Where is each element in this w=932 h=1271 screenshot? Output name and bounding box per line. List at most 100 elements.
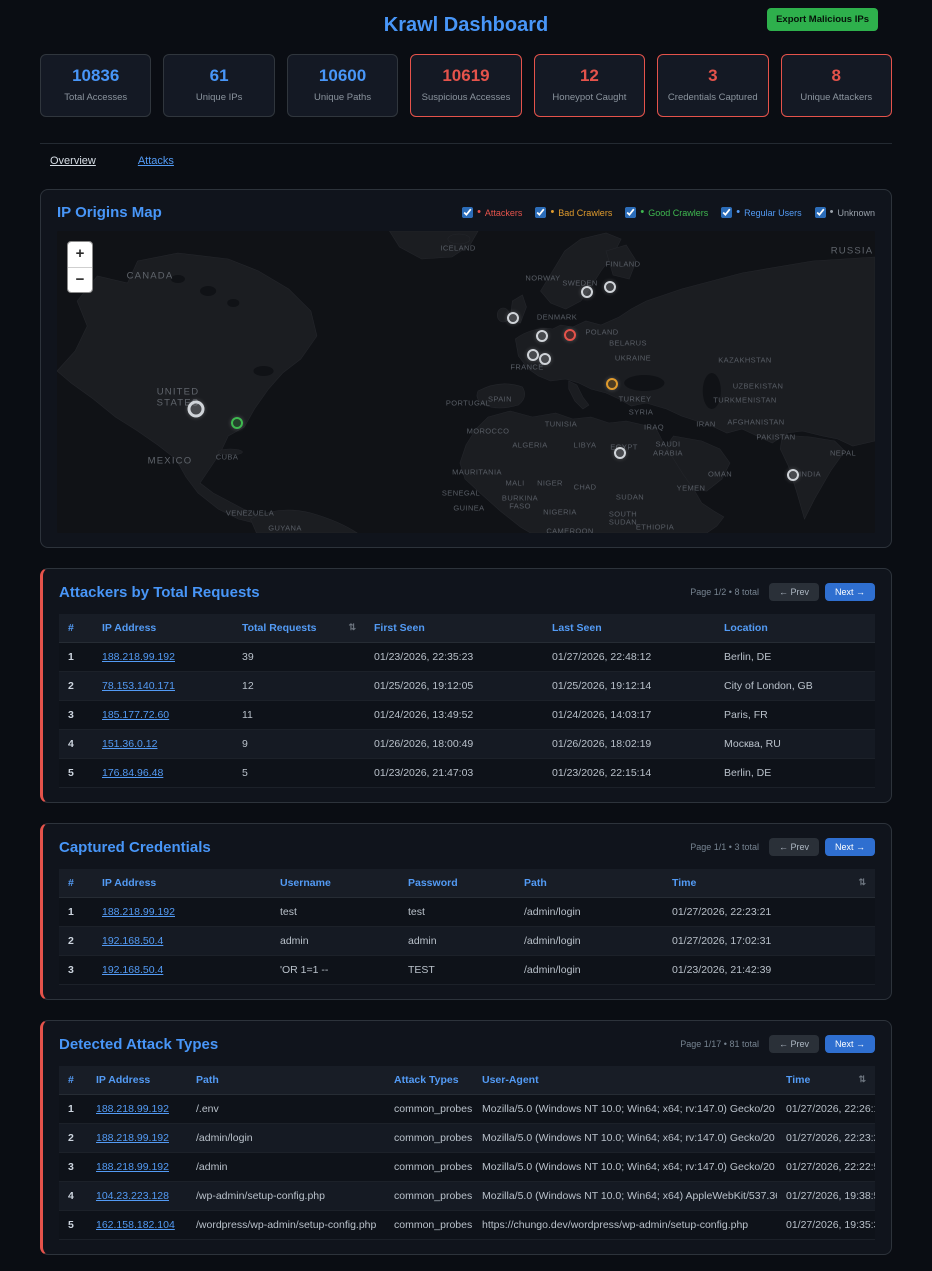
table-cell: Москва, RU bbox=[715, 730, 875, 759]
export-malicious-ips-button[interactable]: Export Malicious IPs bbox=[767, 8, 878, 31]
column-header[interactable]: Last Seen bbox=[543, 614, 715, 643]
tab-attacks[interactable]: Attacks bbox=[138, 155, 174, 167]
stat-value: 12 bbox=[539, 66, 640, 86]
sort-icon[interactable]: ⇅ bbox=[348, 622, 356, 633]
column-header[interactable]: Time⇅ bbox=[777, 1066, 875, 1095]
column-header[interactable]: IP Address bbox=[87, 1066, 187, 1095]
stat-label: Unique Paths bbox=[292, 92, 393, 103]
table-row: 1188.218.99.192testtest/admin/login01/27… bbox=[59, 898, 875, 927]
table-cell: 5 bbox=[233, 759, 365, 788]
stat-value: 10600 bbox=[292, 66, 393, 86]
prev-page-button[interactable]: ← Prev bbox=[769, 838, 819, 856]
unknown-marker[interactable] bbox=[787, 469, 799, 481]
column-header[interactable]: # bbox=[59, 1066, 87, 1095]
legend-dot-icon: • bbox=[477, 208, 481, 217]
table-row: 4104.23.223.128/wp-admin/setup-config.ph… bbox=[59, 1182, 875, 1211]
column-header[interactable]: IP Address bbox=[93, 869, 271, 898]
column-header[interactable]: Username bbox=[271, 869, 399, 898]
legend-label: Regular Users bbox=[744, 208, 802, 218]
legend-checkbox[interactable] bbox=[462, 207, 473, 218]
table-cell: common_probes bbox=[385, 1095, 473, 1124]
table-header-row: #IP AddressTotal Requests⇅First SeenLast… bbox=[59, 614, 875, 643]
attacker-marker[interactable] bbox=[564, 329, 576, 341]
next-page-button[interactable]: Next → bbox=[825, 583, 875, 601]
bad-marker[interactable] bbox=[606, 378, 618, 390]
legend-checkbox[interactable] bbox=[625, 207, 636, 218]
ip-link[interactable]: 188.218.99.192 bbox=[102, 906, 175, 918]
next-page-button[interactable]: Next → bbox=[825, 838, 875, 856]
ip-link[interactable]: 188.218.99.192 bbox=[96, 1161, 169, 1173]
unknown-marker[interactable] bbox=[527, 349, 539, 361]
unknown-marker[interactable] bbox=[614, 447, 626, 459]
unknown-marker[interactable] bbox=[581, 286, 593, 298]
table-cell: Berlin, DE bbox=[715, 643, 875, 672]
table-cell: 01/27/2026, 22:22:54 bbox=[777, 1153, 875, 1182]
tab-overview[interactable]: Overview bbox=[50, 155, 96, 167]
table-cell: 01/24/2026, 14:03:17 bbox=[543, 701, 715, 730]
sort-icon[interactable]: ⇅ bbox=[858, 1074, 866, 1085]
column-header[interactable]: Attack Types bbox=[385, 1066, 473, 1095]
pagination: Page 1/17 • 81 total ← Prev Next → bbox=[680, 1035, 875, 1053]
column-header[interactable]: Location bbox=[715, 614, 875, 643]
unknown-marker[interactable] bbox=[604, 281, 616, 293]
sort-icon[interactable]: ⇅ bbox=[858, 877, 866, 888]
next-page-button[interactable]: Next → bbox=[825, 1035, 875, 1053]
legend-label: Unknown bbox=[837, 208, 875, 218]
table-cell: 01/25/2026, 19:12:05 bbox=[365, 672, 543, 701]
legend-checkbox[interactable] bbox=[721, 207, 732, 218]
table-cell: 3 bbox=[59, 701, 93, 730]
ip-link[interactable]: 151.36.0.12 bbox=[102, 738, 157, 750]
credentials-section-title: Captured Credentials bbox=[59, 839, 211, 856]
legend-checkbox[interactable] bbox=[815, 207, 826, 218]
attackers-table: #IP AddressTotal Requests⇅First SeenLast… bbox=[59, 614, 875, 788]
zoom-out-button[interactable]: − bbox=[68, 267, 92, 292]
zoom-in-button[interactable]: + bbox=[68, 242, 92, 267]
prev-page-button[interactable]: ← Prev bbox=[769, 1035, 819, 1053]
ip-link[interactable]: 104.23.223.128 bbox=[96, 1190, 169, 1202]
ip-link[interactable]: 188.218.99.192 bbox=[96, 1103, 169, 1115]
column-header[interactable]: First Seen bbox=[365, 614, 543, 643]
stat-value: 10836 bbox=[45, 66, 146, 86]
column-header[interactable]: Path bbox=[187, 1066, 385, 1095]
legend-checkbox[interactable] bbox=[535, 207, 546, 218]
unknown-marker[interactable] bbox=[536, 330, 548, 342]
legend-item: •Unknown bbox=[815, 207, 875, 218]
ip-link[interactable]: 192.168.50.4 bbox=[102, 935, 163, 947]
stat-card: 3Credentials Captured bbox=[657, 54, 768, 117]
column-header[interactable]: User-Agent bbox=[473, 1066, 777, 1095]
unknown-marker[interactable] bbox=[507, 312, 519, 324]
table-cell: TEST bbox=[399, 956, 515, 985]
ip-link[interactable]: 162.158.182.104 bbox=[96, 1219, 175, 1231]
unknown-marker[interactable] bbox=[188, 401, 205, 418]
column-header[interactable]: # bbox=[59, 614, 93, 643]
good-marker[interactable] bbox=[231, 417, 243, 429]
column-header[interactable]: Password bbox=[399, 869, 515, 898]
pagination: Page 1/2 • 8 total ← Prev Next → bbox=[690, 583, 875, 601]
ip-link[interactable]: 176.84.96.48 bbox=[102, 767, 163, 779]
world-map[interactable]: + − CANADAUNITEDSTATESMEXICORUSSIAICELAN… bbox=[57, 231, 875, 533]
column-header[interactable]: # bbox=[59, 869, 93, 898]
table-cell: /admin bbox=[187, 1153, 385, 1182]
stat-card: 61Unique IPs bbox=[163, 54, 274, 117]
column-header[interactable]: Total Requests⇅ bbox=[233, 614, 365, 643]
ip-link[interactable]: 188.218.99.192 bbox=[102, 651, 175, 663]
table-cell: 01/27/2026, 22:23:21 bbox=[777, 1124, 875, 1153]
table-cell: 5 bbox=[59, 759, 93, 788]
table-row: 3188.218.99.192/admincommon_probesMozill… bbox=[59, 1153, 875, 1182]
ip-link[interactable]: 185.177.72.60 bbox=[102, 709, 169, 721]
ip-link[interactable]: 188.218.99.192 bbox=[96, 1132, 169, 1144]
column-header[interactable]: IP Address bbox=[93, 614, 233, 643]
attack-types-table: #IP AddressPathAttack TypesUser-AgentTim… bbox=[59, 1066, 875, 1240]
table-cell: 176.84.96.48 bbox=[93, 759, 233, 788]
column-header[interactable]: Time⇅ bbox=[663, 869, 875, 898]
table-cell: 188.218.99.192 bbox=[87, 1153, 187, 1182]
ip-link[interactable]: 192.168.50.4 bbox=[102, 964, 163, 976]
unknown-marker[interactable] bbox=[539, 353, 551, 365]
ip-link[interactable]: 78.153.140.171 bbox=[102, 680, 175, 692]
page-info: Page 1/2 • 8 total bbox=[690, 587, 759, 597]
prev-page-button[interactable]: ← Prev bbox=[769, 583, 819, 601]
map-legend: •Attackers•Bad Crawlers•Good Crawlers•Re… bbox=[462, 207, 875, 218]
column-header[interactable]: Path bbox=[515, 869, 663, 898]
table-cell: 11 bbox=[233, 701, 365, 730]
legend-dot-icon: • bbox=[550, 208, 554, 217]
